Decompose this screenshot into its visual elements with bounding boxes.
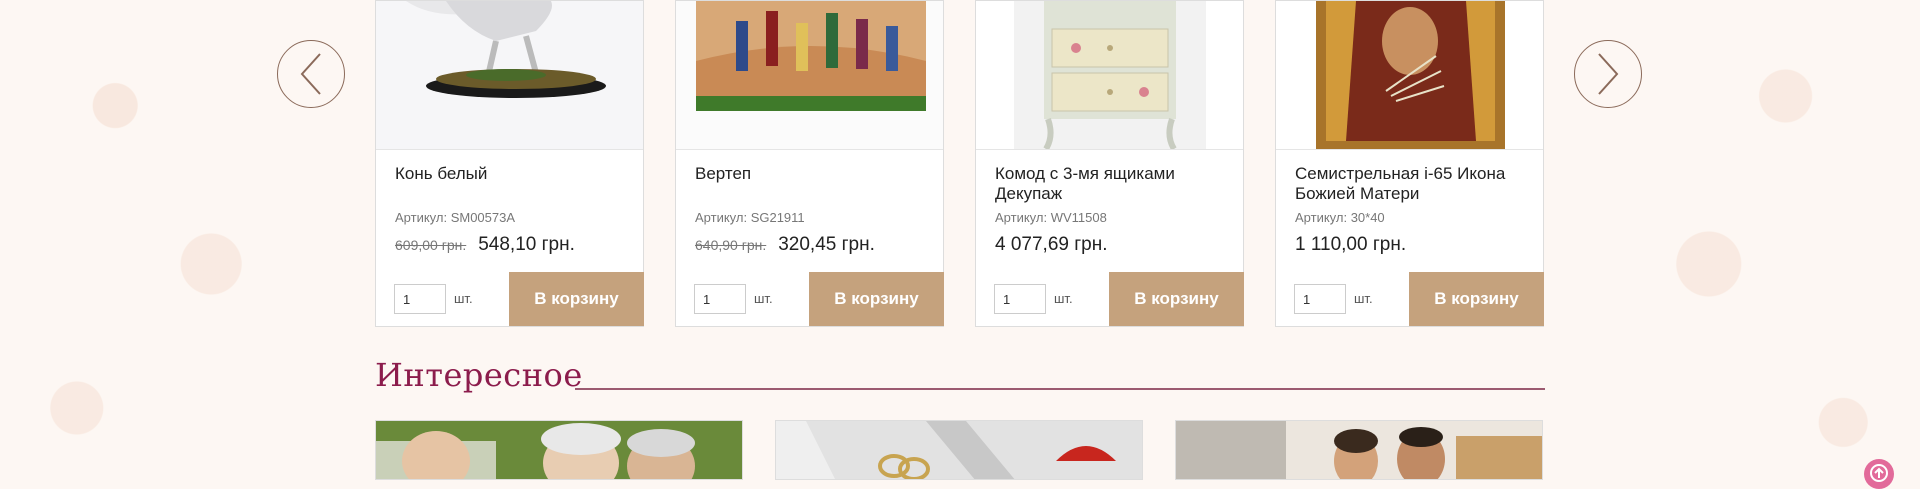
current-price: 548,10 грн. xyxy=(478,234,575,255)
product-prices: 4 077,69 грн. xyxy=(995,234,1108,256)
section-title: Интересное xyxy=(375,356,583,394)
card-divider xyxy=(376,149,643,150)
product-sku: Артикул: SG21911 xyxy=(695,210,805,225)
product-sku: Артикул: SM00573A xyxy=(395,210,516,225)
product-image-nativity-scene[interactable] xyxy=(676,1,943,149)
product-sku: Артикул: 30*40 xyxy=(1295,210,1385,225)
product-image-icon[interactable] xyxy=(1276,1,1543,149)
quantity-input[interactable] xyxy=(394,284,446,314)
card-divider xyxy=(976,149,1243,150)
buy-row: шт. В корзину xyxy=(976,272,1244,326)
current-price: 4 077,69 грн. xyxy=(995,234,1108,255)
chevron-right-icon xyxy=(1598,53,1619,95)
scroll-to-top-button[interactable] xyxy=(1864,459,1894,489)
quantity-unit: шт. xyxy=(1054,291,1073,306)
article-card-image[interactable] xyxy=(1175,420,1543,480)
product-title[interactable]: Комод с 3-мя ящиками Декупаж xyxy=(995,164,1230,204)
add-to-cart-button[interactable]: В корзину xyxy=(1409,272,1544,326)
section-divider xyxy=(575,388,1545,390)
quantity-unit: шт. xyxy=(754,291,773,306)
carousel-prev-button[interactable] xyxy=(277,40,345,108)
old-price: 640,90 грн. xyxy=(695,237,767,253)
current-price: 1 110,00 грн. xyxy=(1295,234,1407,255)
buy-row: шт. В корзину xyxy=(376,272,644,326)
arrow-up-icon xyxy=(1870,464,1888,482)
add-to-cart-button[interactable]: В корзину xyxy=(509,272,644,326)
buy-row: шт. В корзину xyxy=(676,272,944,326)
card-divider xyxy=(676,149,943,150)
product-title[interactable]: Вертеп xyxy=(695,164,930,184)
old-price: 609,00 грн. xyxy=(395,237,467,253)
add-to-cart-button[interactable]: В корзину xyxy=(1109,272,1244,326)
quantity-unit: шт. xyxy=(1354,291,1373,306)
article-card-image[interactable] xyxy=(375,420,743,480)
carousel-next-button[interactable] xyxy=(1574,40,1642,108)
quantity-input[interactable] xyxy=(694,284,746,314)
chevron-left-icon xyxy=(300,53,321,95)
product-image-decoupage-dresser[interactable] xyxy=(976,1,1243,149)
quantity-input[interactable] xyxy=(994,284,1046,314)
add-to-cart-button[interactable]: В корзину xyxy=(809,272,944,326)
quantity-unit: шт. xyxy=(454,291,473,306)
product-prices: 1 110,00 грн. xyxy=(1295,234,1406,256)
product-image-white-horse[interactable] xyxy=(376,1,643,149)
current-price: 320,45 грн. xyxy=(778,234,875,255)
product-sku: Артикул: WV11508 xyxy=(995,210,1107,225)
product-card[interactable]: Комод с 3-мя ящиками Декупаж Артикул: WV… xyxy=(975,0,1244,327)
buy-row: шт. В корзину xyxy=(1276,272,1544,326)
article-card-image[interactable] xyxy=(775,420,1143,480)
product-card[interactable]: Конь белый Артикул: SM00573A 609,00 грн.… xyxy=(375,0,644,327)
product-title[interactable]: Конь белый xyxy=(395,164,630,184)
product-card[interactable]: Вертеп Артикул: SG21911 640,90 грн. 320,… xyxy=(675,0,944,327)
product-title[interactable]: Семистрельная i-65 Икона Божией Матери xyxy=(1295,164,1530,204)
card-divider xyxy=(1276,149,1543,150)
quantity-input[interactable] xyxy=(1294,284,1346,314)
product-prices: 609,00 грн. 548,10 грн. xyxy=(395,234,575,256)
product-card[interactable]: Семистрельная i-65 Икона Божией Матери А… xyxy=(1275,0,1544,327)
product-prices: 640,90 грн. 320,45 грн. xyxy=(695,234,875,256)
